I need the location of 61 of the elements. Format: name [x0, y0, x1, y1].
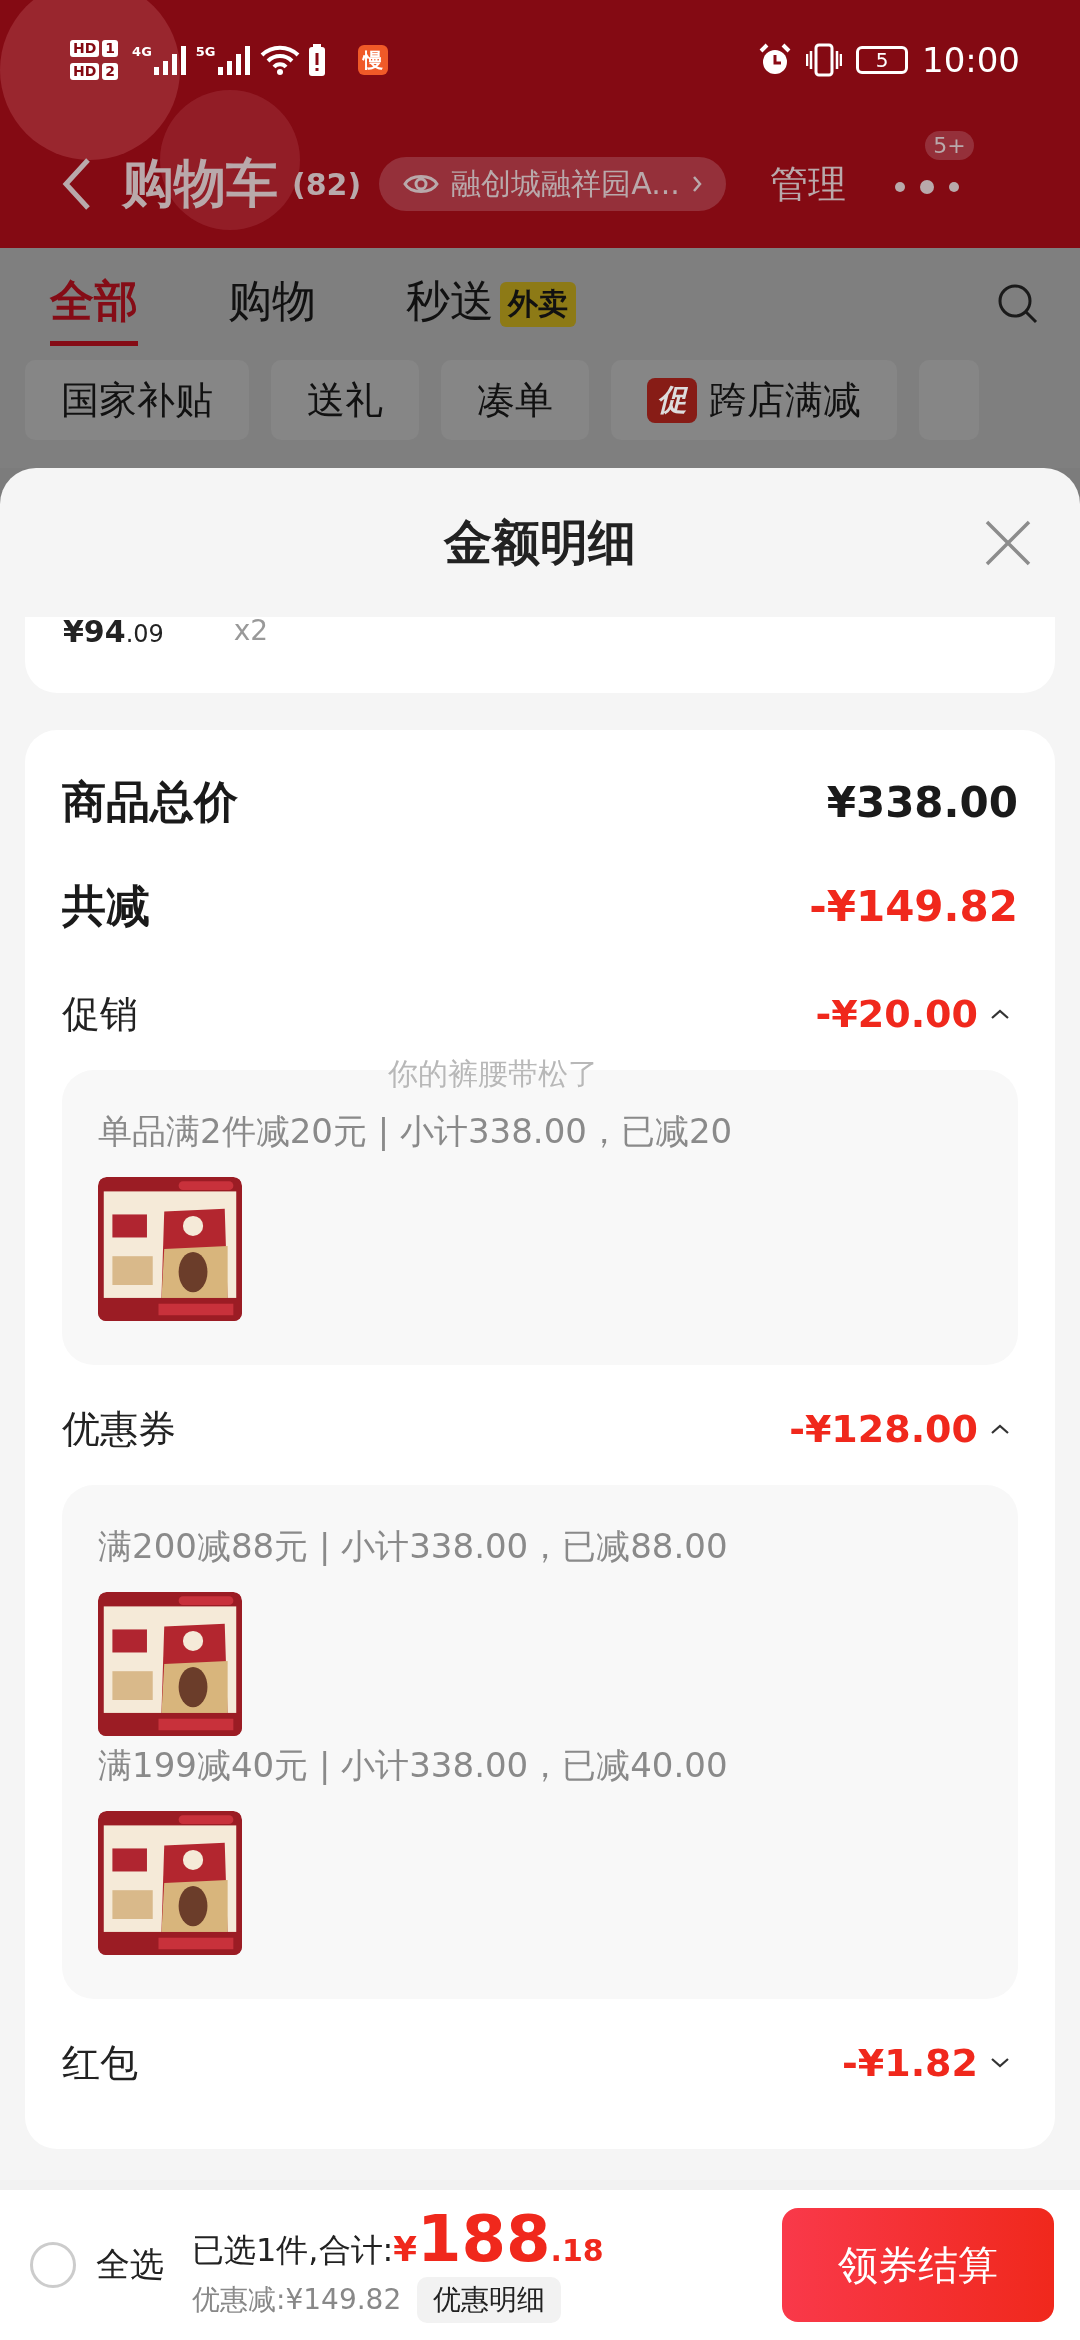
- chip-label: 跨店满减: [709, 376, 861, 424]
- manage-button[interactable]: 管理: [769, 158, 846, 210]
- notification-badge: 5+: [925, 131, 974, 160]
- discount-label: 优惠券: [62, 1405, 176, 1453]
- takeout-tag: 外卖: [500, 281, 576, 327]
- battery-alert-icon: [307, 44, 326, 76]
- back-icon[interactable]: [62, 157, 92, 211]
- sim-label: HD: [70, 63, 100, 81]
- selected-summary: 已选1件,合计:: [192, 2230, 394, 2271]
- select-all-checkbox[interactable]: [30, 2242, 76, 2288]
- total-amount: ¥338.00: [826, 777, 1018, 827]
- vibrate-icon: [806, 43, 842, 77]
- wifi-icon: [259, 44, 300, 76]
- discount-rule: 满200减88元 | 小计338.00，已减88.00: [98, 1525, 729, 1568]
- sim-slot: 2: [102, 63, 119, 81]
- filter-chip[interactable]: 国家补贴: [25, 360, 249, 440]
- discount-label: 红包: [62, 2039, 138, 2087]
- category-tab[interactable]: 购物: [228, 262, 316, 346]
- app-notification-icon: 慢: [357, 45, 388, 75]
- promo-badge: 促: [647, 377, 697, 423]
- filter-chip[interactable]: 送礼: [271, 360, 419, 440]
- discount-amount: -¥20.00: [815, 992, 978, 1036]
- expand-icon[interactable]: [990, 2057, 1010, 2069]
- discount-amount: -¥128.00: [789, 1407, 978, 1451]
- filter-chip[interactable]: 促 跨店满减: [611, 360, 897, 440]
- page-title: 购物车: [122, 152, 278, 215]
- discount-rule: 单品满2件减20元 | 小计338.00，已减20: [98, 1110, 734, 1153]
- checkout-button[interactable]: 领券结算: [782, 2208, 1054, 2322]
- filter-chip[interactable]: 凑单: [441, 360, 589, 440]
- cart-count: (82): [292, 166, 362, 202]
- chevron-right-icon: [691, 175, 702, 193]
- reduction-label: 共减: [62, 878, 150, 933]
- clock-time: 10:00: [922, 40, 1020, 80]
- sheet-title: 金额明细: [444, 512, 636, 572]
- signal-icon: [217, 45, 252, 75]
- select-all-label[interactable]: 全选: [96, 2242, 164, 2288]
- address-text: 融创城融祥园A...: [451, 164, 680, 203]
- battery-icon: 5: [856, 46, 908, 74]
- item-price: ¥94.09: [63, 617, 164, 647]
- network-type: 5G: [195, 43, 216, 59]
- total-label: 商品总价: [62, 774, 238, 829]
- reduction-amount: -¥149.82: [809, 881, 1018, 931]
- address-selector[interactable]: 融创城融祥园A...: [379, 157, 726, 211]
- chip-label: 凑单: [477, 376, 553, 424]
- toast-message: 你的裤腰带松了: [388, 1056, 598, 1092]
- collapse-icon[interactable]: [990, 1423, 1010, 1435]
- discount-amount: -¥1.82: [842, 2041, 978, 2085]
- item-quantity: x2: [233, 617, 269, 645]
- discount-rule: 满199减40元 | 小计338.00，已减40.00: [98, 1744, 729, 1787]
- collapse-icon[interactable]: [990, 1008, 1010, 1020]
- search-icon[interactable]: [996, 282, 1040, 326]
- chip-label: 送礼: [307, 376, 383, 424]
- signal-icon: [153, 45, 188, 75]
- discount-summary: 优惠减:¥149.82: [192, 2282, 402, 2318]
- discount-label: 促销: [62, 990, 138, 1038]
- alarm-icon: [758, 43, 792, 77]
- network-type: 4G: [132, 43, 152, 59]
- discount-detail-button[interactable]: 优惠明细: [417, 2277, 562, 2323]
- chip-label: 国家补贴: [61, 376, 213, 424]
- category-tab[interactable]: 秒送: [406, 262, 494, 346]
- total-price: ¥188.18: [393, 2207, 604, 2271]
